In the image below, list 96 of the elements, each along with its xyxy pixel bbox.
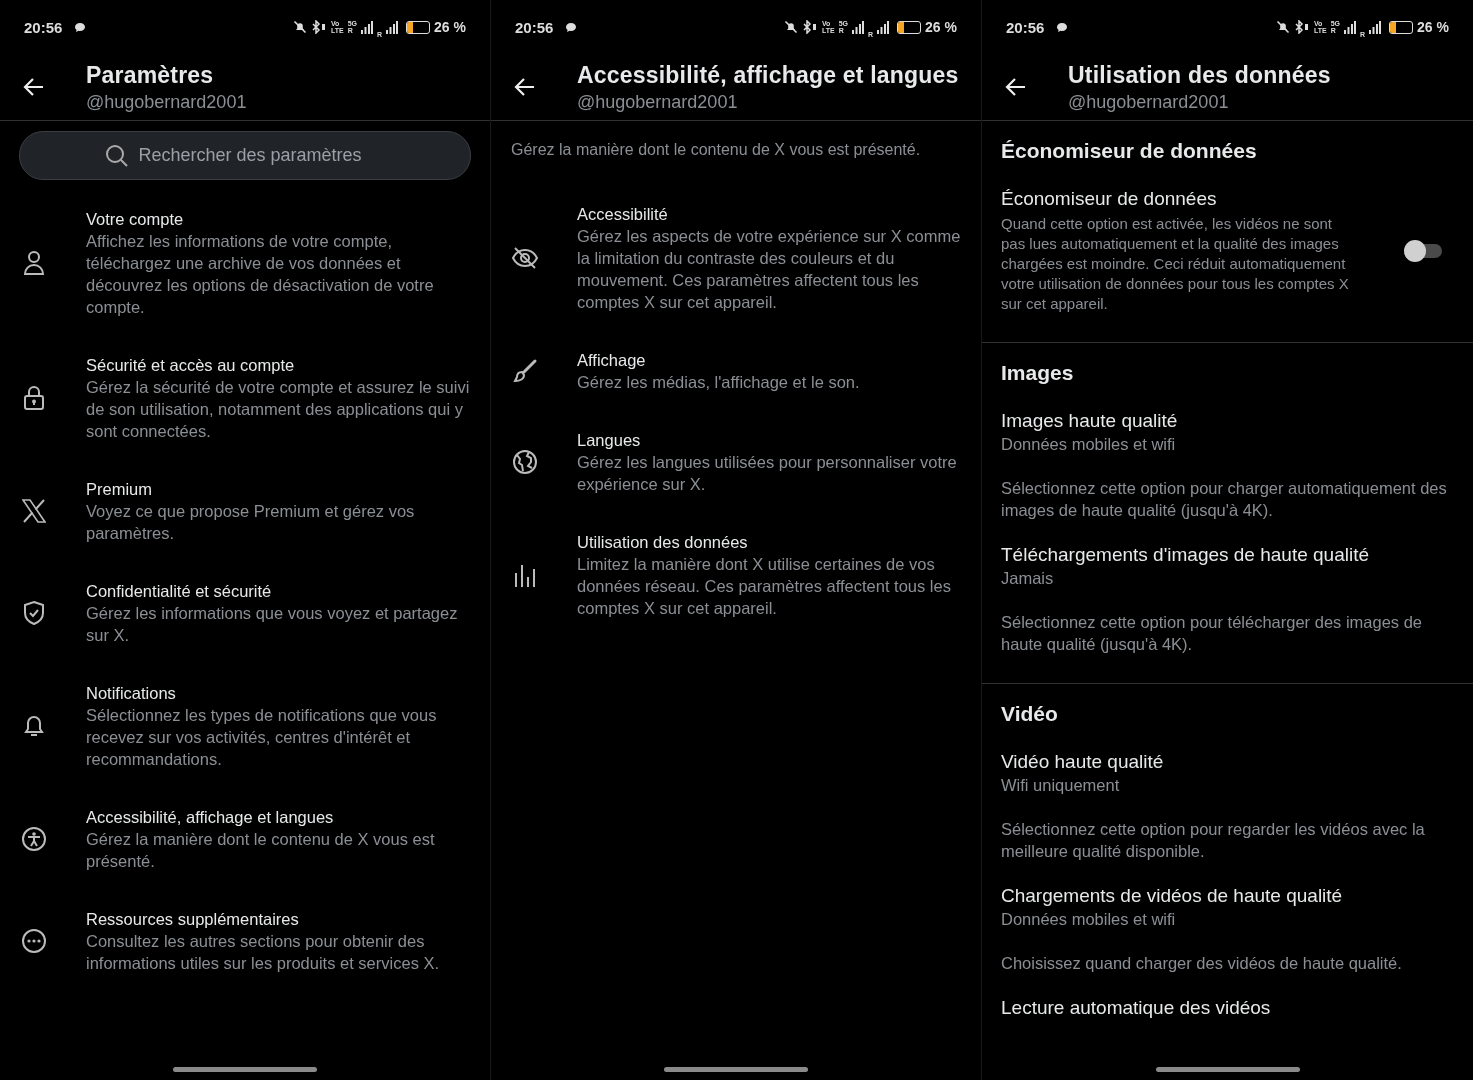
bar-chart-icon: [514, 563, 536, 587]
setting-description: Sélectionnez cette option pour charger automatiquement des images de haute qualité (jusqu'à 4K).: [1001, 478, 1448, 521]
battery-icon: [1389, 20, 1414, 34]
globe-icon: [512, 449, 538, 475]
account-handle: @hugobernard2001: [577, 91, 739, 113]
accessibility-icon: [21, 826, 47, 852]
muted-bell-icon: [1275, 20, 1290, 34]
item-description: Affichez les informations de votre compte, téléchargez une archive de vos données et découvrez les options de désactivation de votre compte.: [86, 231, 435, 318]
section-heading: Images: [1001, 361, 1075, 385]
signal-icon: [1344, 20, 1356, 34]
settings-item[interactable]: Langues Gérez les langues utilisées pour personnaliser votre expérience sur X.: [491, 415, 981, 509]
item-description: Gérez la sécurité de votre compte et assurez le suivi de son utilisation, notamment des applications qui y sont connectées.: [86, 377, 471, 442]
settings-item[interactable]: Utilisation des données Limitez la manière dont X utilise certaines de vos données réseau. Ces paramètres affectent tous les comptes X sur cet appareil.: [491, 517, 981, 633]
item-description: Gérez les informations que vous voyez et partagez sur X.: [86, 603, 459, 646]
item-title: Accessibilité, affichage et langues: [86, 807, 335, 828]
setting-description: Sélectionnez cette option pour regarder les vidéos avec la meilleure qualité disponible.: [1001, 819, 1426, 862]
setting-description: Sélectionnez cette option pour télécharger des images de haute qualité (jusqu'à 4K).: [1001, 612, 1424, 655]
bluetooth-icon: [1293, 20, 1310, 34]
item-title: Confidentialité et sécurité: [86, 581, 273, 602]
item-description: Gérez les langues utilisées pour personnaliser votre expérience sur X.: [577, 452, 958, 495]
search-input[interactable]: Rechercher des paramètres: [136, 144, 386, 167]
settings-item[interactable]: Accessibilité, affichage et langues Gérez la manière dont le contenu de X vous est présenté.: [0, 792, 490, 886]
settings-item[interactable]: Ressources supplémentaires Consultez les autres sections pour obtenir des informations utiles sur les produits et services X.: [0, 894, 490, 988]
section-heading: Économiseur de données: [1001, 139, 1258, 163]
bell-icon: [23, 713, 45, 739]
account-handle: @hugobernard2001: [1068, 91, 1230, 113]
shield-check-icon: [23, 600, 45, 626]
item-title: Votre compte: [86, 209, 185, 230]
page-title: Utilisation des données: [1068, 61, 1331, 89]
settings-item[interactable]: Notifications Sélectionnez les types de notifications que vous recevez sur vos activités, centres d'intérêt et recommandations.: [0, 668, 490, 784]
item-title: Premium: [86, 479, 153, 500]
setting-description: Choisissez quand charger des vidéos de haute qualité.: [1001, 953, 1403, 974]
item-title: Utilisation des données: [577, 532, 749, 553]
intro-text: Gérez la manière dont le contenu de X vous est présenté.: [511, 141, 922, 159]
item-description: Gérez la manière dont le contenu de X vous est présenté.: [86, 829, 436, 872]
signal-icon: [877, 20, 890, 34]
chat-bubble-icon: [565, 21, 578, 33]
item-description: Consultez les autres sections pour obtenir des informations utiles sur les produits et services X.: [86, 931, 441, 974]
search-icon: [104, 143, 129, 168]
lock-icon: [23, 385, 45, 411]
account-handle: @hugobernard2001: [86, 91, 247, 113]
signal-icon: [1369, 20, 1382, 34]
section-heading: Vidéo: [1001, 702, 1059, 726]
page-title: Paramètres: [86, 61, 215, 89]
eye-slash-icon: [511, 245, 539, 271]
muted-bell-icon: [292, 20, 307, 34]
clock-time: 20:56: [515, 18, 554, 36]
item-description: Gérez les médias, l'affichage et le son.: [577, 372, 860, 393]
page-title: Accessibilité, affichage et langues: [577, 61, 959, 89]
setting-title: Vidéo haute qualité: [1001, 750, 1165, 774]
battery-icon: [897, 20, 922, 34]
chat-bubble-icon: [74, 21, 87, 33]
item-description: Sélectionnez les types de notifications que vous recevez sur vos activités, centres d'intérêt et recommandations.: [86, 705, 438, 770]
battery-percentage: 26 %: [1417, 19, 1449, 35]
person-icon: [23, 250, 45, 276]
muted-bell-icon: [783, 20, 798, 34]
signal-icon: [361, 20, 373, 34]
clock-time: 20:56: [24, 18, 63, 36]
signal-icon: [852, 20, 864, 34]
setting-value: Jamais: [1001, 568, 1055, 589]
item-title: Notifications: [86, 683, 177, 704]
setting-value: Données mobiles et wifi: [1001, 434, 1177, 455]
bluetooth-icon: [801, 20, 818, 34]
item-title: Sécurité et accès au compte: [86, 355, 296, 376]
more-options-icon: [21, 928, 47, 954]
setting-title: Lecture automatique des vidéos: [1001, 996, 1272, 1020]
setting-title: Images haute qualité: [1001, 409, 1179, 433]
setting-title: Chargements de vidéos de haute qualité: [1001, 884, 1344, 908]
setting-description: Quand cette option est activée, les vidéos ne sont pas lues automatiquement et la qualité des images chargées est moindre. Ceci réduit automatiquement votre utilisation de données pour tous les comptes X sur cet appareil.: [1001, 214, 1350, 314]
item-title: Langues: [577, 430, 642, 451]
settings-item[interactable]: Accessibilité Gérez les aspects de votre expérience sur X comme la limitation du contraste des couleurs et du mouvement. Ces paramètres affectent tous les comptes X sur cet appareil.: [491, 189, 981, 327]
setting-value: Données mobiles et wifi: [1001, 909, 1177, 930]
item-title: Accessibilité: [577, 204, 669, 225]
x-mark-icon: [22, 499, 46, 523]
battery-icon: [406, 20, 431, 34]
paintbrush-icon: [512, 358, 538, 384]
item-description: Limitez la manière dont X utilise certaines de vos données réseau. Ces paramètres affectent tous les comptes X sur cet appareil.: [577, 554, 952, 619]
battery-percentage: 26 %: [434, 19, 466, 35]
setting-value: Wifi uniquement: [1001, 775, 1121, 796]
item-description: Gérez les aspects de votre expérience sur X comme la limitation du contraste des couleurs et du mouvement. Ces paramètres affectent tous les comptes X sur cet appareil.: [577, 226, 962, 313]
signal-icon: [386, 20, 399, 34]
battery-percentage: 26 %: [925, 19, 957, 35]
settings-item[interactable]: Confidentialité et sécurité Gérez les informations que vous voyez et partagez sur X.: [0, 566, 490, 660]
item-title: Ressources supplémentaires: [86, 909, 300, 930]
settings-item[interactable]: Premium Voyez ce que propose Premium et gérez vos paramètres.: [0, 464, 490, 558]
item-description: Voyez ce que propose Premium et gérez vos paramètres.: [86, 501, 416, 544]
settings-item[interactable]: Sécurité et accès au compte Gérez la sécurité de votre compte et assurez le suivi de son utilisation, notamment des applications qui y sont connectées.: [0, 340, 490, 456]
bluetooth-icon: [310, 20, 327, 34]
search-bar[interactable]: Rechercher des paramètres: [19, 131, 471, 180]
setting-title: Économiseur de données: [1001, 187, 1218, 211]
item-title: Affichage: [577, 350, 647, 371]
settings-item[interactable]: Affichage Gérez les médias, l'affichage et le son.: [491, 335, 981, 407]
clock-time: 20:56: [1006, 18, 1045, 36]
settings-item[interactable]: Votre compte Affichez les informations de votre compte, téléchargez une archive de vos données et découvrez les options de désactivation de votre compte.: [0, 194, 490, 332]
setting-title: Téléchargements d'images de haute qualité: [1001, 543, 1371, 567]
chat-bubble-icon: [1056, 21, 1069, 33]
